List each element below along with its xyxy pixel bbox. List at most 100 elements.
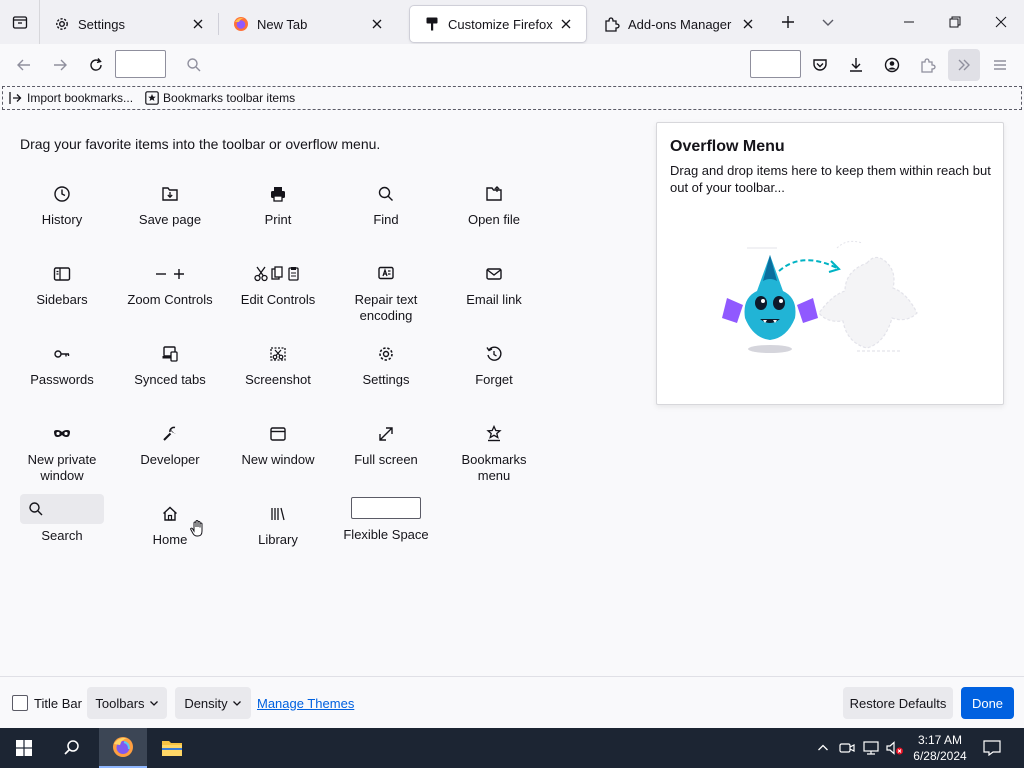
close-tab-icon[interactable] — [188, 14, 208, 34]
back-button[interactable] — [8, 49, 40, 81]
palette-item-developer[interactable]: Developer — [116, 422, 224, 468]
taskbar-file-explorer[interactable] — [148, 728, 196, 768]
extensions-button[interactable] — [912, 49, 944, 81]
overflow-panel-title: Overflow Menu — [670, 138, 785, 155]
palette-item-forget[interactable]: Forget — [440, 342, 548, 388]
taskbar-firefox[interactable] — [99, 728, 147, 768]
firefox-view-button[interactable] — [0, 0, 40, 44]
show-hidden-icons-button[interactable] — [812, 728, 834, 768]
firefox-view-icon — [12, 16, 27, 29]
tab-new-tab[interactable]: New Tab — [219, 6, 397, 42]
chevron-down-icon — [232, 698, 242, 708]
new-tab-button[interactable] — [768, 0, 808, 44]
palette-item-save-page[interactable]: Save page — [116, 182, 224, 228]
toolbars-label: Toolbars — [95, 695, 145, 711]
palette-item-home[interactable]: Home — [116, 502, 224, 548]
palette-item-label: Edit Controls — [240, 292, 316, 307]
search-icon — [187, 58, 201, 72]
pocket-button[interactable] — [804, 49, 836, 81]
palette-item-search[interactable]: Search — [8, 494, 116, 544]
tab-label: Customize Firefox — [448, 16, 553, 32]
close-tab-icon[interactable] — [738, 14, 758, 34]
palette-item-email-link[interactable]: Email link — [440, 262, 548, 308]
clock-icon — [50, 182, 74, 206]
taskbar-search-button[interactable] — [48, 728, 96, 768]
notifications-button[interactable] — [978, 728, 1006, 768]
download-icon — [850, 58, 862, 72]
notification-icon — [983, 740, 1001, 756]
forward-button[interactable] — [44, 49, 76, 81]
urlbar-search-button[interactable] — [178, 49, 210, 81]
list-all-tabs-button[interactable] — [808, 0, 848, 44]
tab-bar: Settings New Tab Customize Firefox Add-o… — [0, 0, 1024, 44]
palette-item-full-screen[interactable]: Full screen — [332, 422, 440, 468]
palette-item-label: Find — [373, 212, 399, 227]
palette-item-synced-tabs[interactable]: Synced tabs — [116, 342, 224, 388]
palette-item-repair-text-encoding[interactable]: Repair text encoding — [332, 262, 440, 324]
library-icon — [266, 502, 290, 526]
palette-item-settings[interactable]: Settings — [332, 342, 440, 388]
done-button[interactable]: Done — [961, 687, 1014, 719]
windows-logo-icon — [16, 740, 32, 756]
tab-addons-manager[interactable]: Add-ons Manager — [590, 6, 768, 42]
network-button[interactable] — [860, 728, 882, 768]
palette-item-label: Sidebars — [36, 292, 88, 307]
toolbar-flexible-space-2[interactable] — [750, 50, 801, 78]
import-bookmarks-button[interactable]: Import bookmarks... — [9, 91, 133, 105]
gear-icon — [374, 342, 398, 366]
palette-item-find[interactable]: Find — [332, 182, 440, 228]
restore-defaults-button[interactable]: Restore Defaults — [843, 687, 953, 719]
palette-item-label: Settings — [362, 372, 410, 387]
palette-item-label: Search — [41, 528, 83, 543]
meet-now-button[interactable] — [836, 728, 858, 768]
tab-customize-firefox[interactable]: Customize Firefox — [410, 6, 586, 42]
palette-item-sidebars[interactable]: Sidebars — [8, 262, 116, 308]
search-icon — [64, 740, 79, 755]
density-dropdown[interactable]: Density — [175, 687, 251, 719]
palette-item-passwords[interactable]: Passwords — [8, 342, 116, 388]
toolbars-dropdown[interactable]: Toolbars — [87, 687, 167, 719]
close-tab-icon[interactable] — [556, 14, 576, 34]
palette-item-history[interactable]: History — [8, 182, 116, 228]
home-icon — [158, 502, 182, 526]
minimize-button[interactable] — [886, 0, 932, 44]
account-button[interactable] — [876, 49, 908, 81]
palette-item-bookmarks-menu[interactable]: Bookmarks menu — [440, 422, 548, 484]
palette-item-open-file[interactable]: Open file — [440, 182, 548, 228]
tab-label: Settings — [78, 16, 125, 32]
taskbar-clock[interactable]: 3:17 AM 6/28/2024 — [904, 732, 976, 764]
tab-settings[interactable]: Settings — [40, 6, 218, 42]
palette-item-library[interactable]: Library — [224, 502, 332, 548]
restore-button[interactable] — [932, 0, 978, 44]
app-menu-button[interactable] — [984, 49, 1016, 81]
palette-item-new-window[interactable]: New window — [224, 422, 332, 468]
reload-button[interactable] — [80, 49, 112, 81]
close-tab-icon[interactable] — [367, 14, 387, 34]
manage-themes-link[interactable]: Manage Themes — [257, 696, 354, 711]
palette-item-label: Email link — [466, 292, 522, 307]
clock-time: 3:17 AM — [917, 733, 963, 747]
toolbar-flexible-space[interactable] — [115, 50, 166, 78]
double-chevron-right-icon — [958, 59, 970, 71]
palette-item-flexible-space[interactable]: Flexible Space — [332, 497, 440, 543]
palette-item-new-private-window[interactable]: New private window — [8, 422, 116, 484]
volume-button[interactable] — [884, 728, 906, 768]
downloads-button[interactable] — [840, 49, 872, 81]
palette-item-edit-controls[interactable]: Edit Controls — [224, 262, 332, 308]
mask-icon — [50, 422, 74, 446]
palette-item-print[interactable]: Print — [224, 182, 332, 228]
palette-item-screenshot[interactable]: Screenshot — [224, 342, 332, 388]
start-button[interactable] — [0, 728, 48, 768]
title-bar-checkbox[interactable] — [12, 695, 28, 711]
mail-icon — [482, 262, 506, 286]
palette-item-label: Flexible Space — [343, 527, 429, 542]
chevron-down-icon — [149, 698, 159, 708]
overflow-panel[interactable]: Overflow Menu Drag and drop items here t… — [656, 122, 1004, 405]
search-widget[interactable] — [20, 494, 104, 524]
bookmarks-menu-icon — [482, 422, 506, 446]
close-window-button[interactable] — [978, 0, 1024, 44]
bookmarks-toolbar-items[interactable]: Bookmarks toolbar items — [145, 91, 295, 105]
flexible-space-box — [351, 497, 421, 519]
overflow-menu-button[interactable] — [948, 49, 980, 81]
palette-item-zoom-controls[interactable]: Zoom Controls — [116, 262, 224, 308]
